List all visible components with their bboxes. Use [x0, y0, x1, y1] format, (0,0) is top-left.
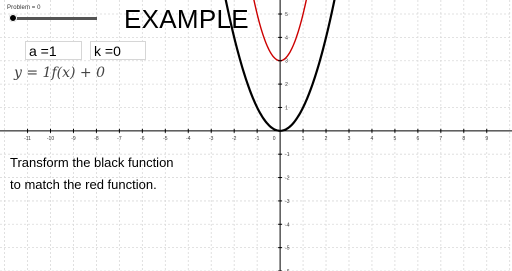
instruction-line-1: Transform the black function [10, 155, 174, 170]
origin-label: 0 [273, 136, 276, 142]
instruction-text: Transform the black function to match th… [10, 152, 174, 196]
x-tick-label: -2 [232, 136, 237, 142]
problem-slider-knob[interactable] [9, 14, 17, 22]
y-tick-label: 2 [285, 82, 288, 88]
x-tick-label: -7 [117, 136, 122, 142]
slider-label: Problem = 0 [7, 5, 41, 11]
page-title: EXAMPLE [124, 4, 249, 34]
x-tick-label: 3 [348, 136, 351, 142]
x-tick-label: 9 [485, 136, 488, 142]
k-input-field[interactable]: k =0 [90, 41, 146, 60]
x-tick-label: -3 [209, 136, 214, 142]
x-tick-label: -8 [94, 136, 99, 142]
y-tick-label: -1 [285, 152, 290, 158]
x-tick-label: 8 [462, 136, 465, 142]
x-tick-label: -9 [71, 136, 76, 142]
y-tick-label: 4 [285, 35, 288, 41]
y-tick-label: -2 [285, 176, 290, 182]
x-tick-label: -11 [24, 136, 31, 142]
x-tick-label: 4 [371, 136, 374, 142]
app-canvas: -11-10-9-8-7-6-5-4-3-2-1123456789-6-5-4-… [0, 0, 512, 271]
function-formula: y = 1f(x) + 0 [14, 65, 105, 81]
y-tick-label: -4 [285, 222, 290, 228]
y-tick-label: -5 [285, 246, 290, 252]
x-tick-label: 7 [439, 136, 442, 142]
y-tick-label: 3 [285, 59, 288, 65]
x-tick-label: 1 [302, 136, 305, 142]
x-tick-label: -5 [163, 136, 168, 142]
x-tick-label: 5 [394, 136, 397, 142]
instruction-line-2: to match the red function. [10, 177, 157, 192]
problem-slider-track[interactable] [13, 17, 97, 20]
x-tick-label: -1 [255, 136, 260, 142]
x-tick-label: -10 [47, 136, 54, 142]
x-tick-label: 6 [416, 136, 419, 142]
x-tick-label: -4 [186, 136, 191, 142]
x-tick-label: 2 [325, 136, 328, 142]
y-tick-label: 5 [285, 12, 288, 18]
a-input-field[interactable]: a =1 [25, 41, 82, 60]
y-tick-label: -3 [285, 199, 290, 205]
x-tick-label: -6 [140, 136, 145, 142]
y-tick-label: 1 [285, 105, 288, 111]
